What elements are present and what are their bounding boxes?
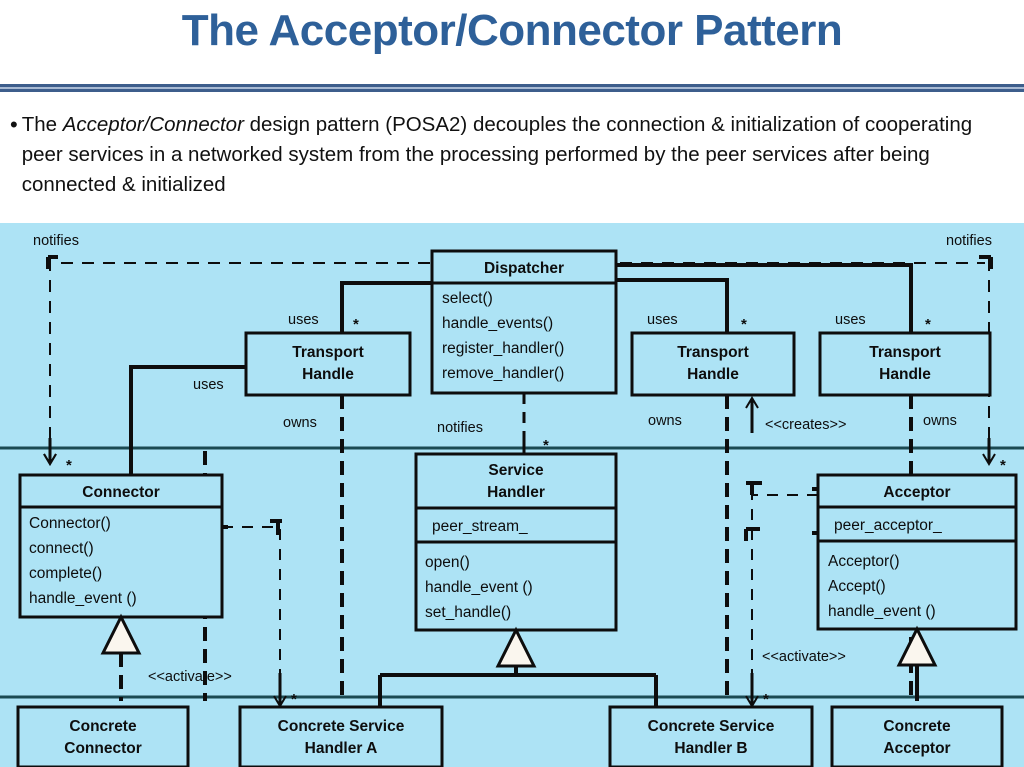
label-notifies-right: notifies <box>946 233 992 249</box>
generalization-service-handler-fork <box>378 666 658 709</box>
bullet-block: • The Acceptor/Connector design pattern … <box>0 96 1024 220</box>
bullet-text-emphasis: Acceptor/Connector <box>62 113 244 136</box>
multiplicity-connector: * <box>66 457 72 474</box>
label-activate-right: <<activate>> <box>762 649 846 665</box>
bullet-text: The Acceptor/Connector design pattern (P… <box>22 110 1010 200</box>
label-uses-th-right: uses <box>835 312 866 328</box>
dispatcher-op-2: register_handler() <box>442 340 564 357</box>
transport-handle-left-title-line1: Transport <box>292 344 363 361</box>
concrete-acceptor-line1: Concrete <box>883 718 951 735</box>
bullet-text-part1: The <box>21 113 63 136</box>
service-handler-title-line1: Service <box>488 462 544 479</box>
service-handler-op-1: handle_event () <box>425 579 533 596</box>
class-box-service-handler[interactable]: Service Handler peer_stream_ open() hand… <box>414 452 618 632</box>
notifies-left-corner <box>46 255 58 269</box>
generalization-acceptor-triangle <box>896 625 938 667</box>
acceptor-op-0: Acceptor() <box>828 553 900 570</box>
label-owns-left: owns <box>283 415 317 431</box>
class-box-transport-handle-right[interactable]: Transport Handle <box>818 331 992 397</box>
transport-handle-left-box <box>244 331 412 397</box>
class-box-acceptor[interactable]: Acceptor peer_acceptor_ Acceptor() Accep… <box>816 473 1018 631</box>
concrete-service-handler-a-box <box>238 705 444 767</box>
label-owns-right: owns <box>923 413 957 429</box>
transport-handle-mid-box <box>630 331 796 397</box>
uses-connector-th-link <box>129 365 246 485</box>
transport-handle-mid-title-line1: Transport <box>677 344 748 361</box>
connector-op-2: complete() <box>29 565 102 582</box>
concrete-service-handler-a-line2: Handler A <box>305 740 378 757</box>
bullet-list-item: • The Acceptor/Connector design pattern … <box>10 110 1010 200</box>
dispatcher-op-1: handle_events() <box>442 315 553 332</box>
label-creates: <<creates>> <box>765 417 846 433</box>
dispatcher-op-0: select() <box>442 290 493 307</box>
uml-diagram: Dispatcher select() handle_events() regi… <box>0 223 1024 767</box>
concrete-acceptor-line2: Acceptor <box>883 740 950 757</box>
service-handler-attr-0: peer_stream_ <box>432 518 528 535</box>
connector-title: Connector <box>82 484 160 501</box>
acceptor-op-2: handle_event () <box>828 603 936 620</box>
class-box-concrete-acceptor[interactable]: Concrete Acceptor <box>830 705 1004 767</box>
dispatcher-title: Dispatcher <box>484 260 564 277</box>
class-box-connector[interactable]: Connector Connector() connect() complete… <box>18 473 224 619</box>
bullet-marker: • <box>10 112 18 137</box>
concrete-connector-line2: Connector <box>64 740 142 757</box>
transport-handle-right-title-line2: Handle <box>879 366 931 383</box>
multiplicity-th-left: * <box>353 316 359 333</box>
concrete-acceptor-box <box>830 705 1004 767</box>
concrete-service-handler-b-box <box>608 705 814 767</box>
transport-handle-left-title-line2: Handle <box>302 366 354 383</box>
label-uses-th-mid: uses <box>647 312 678 328</box>
transport-handle-right-box <box>818 331 992 397</box>
multiplicity-th-right: * <box>925 316 931 333</box>
concrete-connector-line1: Concrete <box>69 718 137 735</box>
multiplicity-activate-left: * <box>291 691 297 708</box>
connector-op-1: connect() <box>29 540 94 557</box>
service-handler-op-2: set_handle() <box>425 604 511 621</box>
label-owns-mid: owns <box>648 413 682 429</box>
acceptor-attr-0: peer_acceptor_ <box>834 517 942 534</box>
service-handler-op-0: open() <box>425 554 470 571</box>
generalization-service-handler-triangle <box>495 626 537 668</box>
concrete-service-handler-a-line1: Concrete Service <box>278 718 405 735</box>
slide-root: The Acceptor/Connector Pattern • The Acc… <box>0 0 1024 767</box>
class-box-transport-handle-left[interactable]: Transport Handle <box>244 331 412 397</box>
uml-diagram-svg: Dispatcher select() handle_events() regi… <box>0 233 1024 767</box>
class-box-concrete-service-handler-a[interactable]: Concrete Service Handler A <box>238 705 444 767</box>
generalization-connector-triangle <box>100 613 142 655</box>
activate-right-corner-b <box>744 527 824 541</box>
activate-right-corner-a <box>746 481 824 495</box>
uses-th-right-link <box>616 263 913 343</box>
concrete-service-handler-b-line1: Concrete Service <box>648 718 775 735</box>
transport-handle-mid-title-line2: Handle <box>687 366 739 383</box>
slide-header: The Acceptor/Connector Pattern <box>0 0 1024 84</box>
class-box-concrete-connector[interactable]: Concrete Connector <box>16 705 190 767</box>
multiplicity-service-handler: * <box>543 437 549 454</box>
label-activate-left: <<activate>> <box>148 669 232 685</box>
dispatcher-op-3: remove_handler() <box>442 365 564 382</box>
class-box-concrete-service-handler-b[interactable]: Concrete Service Handler B <box>608 705 814 767</box>
label-uses-th-left-top: uses <box>288 312 319 328</box>
class-box-transport-handle-mid[interactable]: Transport Handle <box>630 331 796 397</box>
acceptor-title: Acceptor <box>883 484 950 501</box>
transport-handle-right-title-line1: Transport <box>869 344 940 361</box>
header-divider-bottom <box>0 89 1024 92</box>
label-notifies-left: notifies <box>33 233 79 249</box>
acceptor-op-1: Accept() <box>828 578 886 595</box>
page-title: The Acceptor/Connector Pattern <box>181 6 843 55</box>
class-box-dispatcher[interactable]: Dispatcher select() handle_events() regi… <box>430 249 618 395</box>
connector-op-0: Connector() <box>29 515 111 532</box>
concrete-connector-box <box>16 705 190 767</box>
label-uses-connector: uses <box>193 377 224 393</box>
multiplicity-acceptor: * <box>1000 457 1006 474</box>
label-notifies-center: notifies <box>437 420 483 436</box>
service-handler-title-line2: Handler <box>487 484 545 501</box>
concrete-service-handler-b-line2: Handler B <box>674 740 747 757</box>
multiplicity-th-mid: * <box>741 316 747 333</box>
multiplicity-activate-right: * <box>763 691 769 708</box>
connector-op-3: handle_event () <box>29 590 137 607</box>
